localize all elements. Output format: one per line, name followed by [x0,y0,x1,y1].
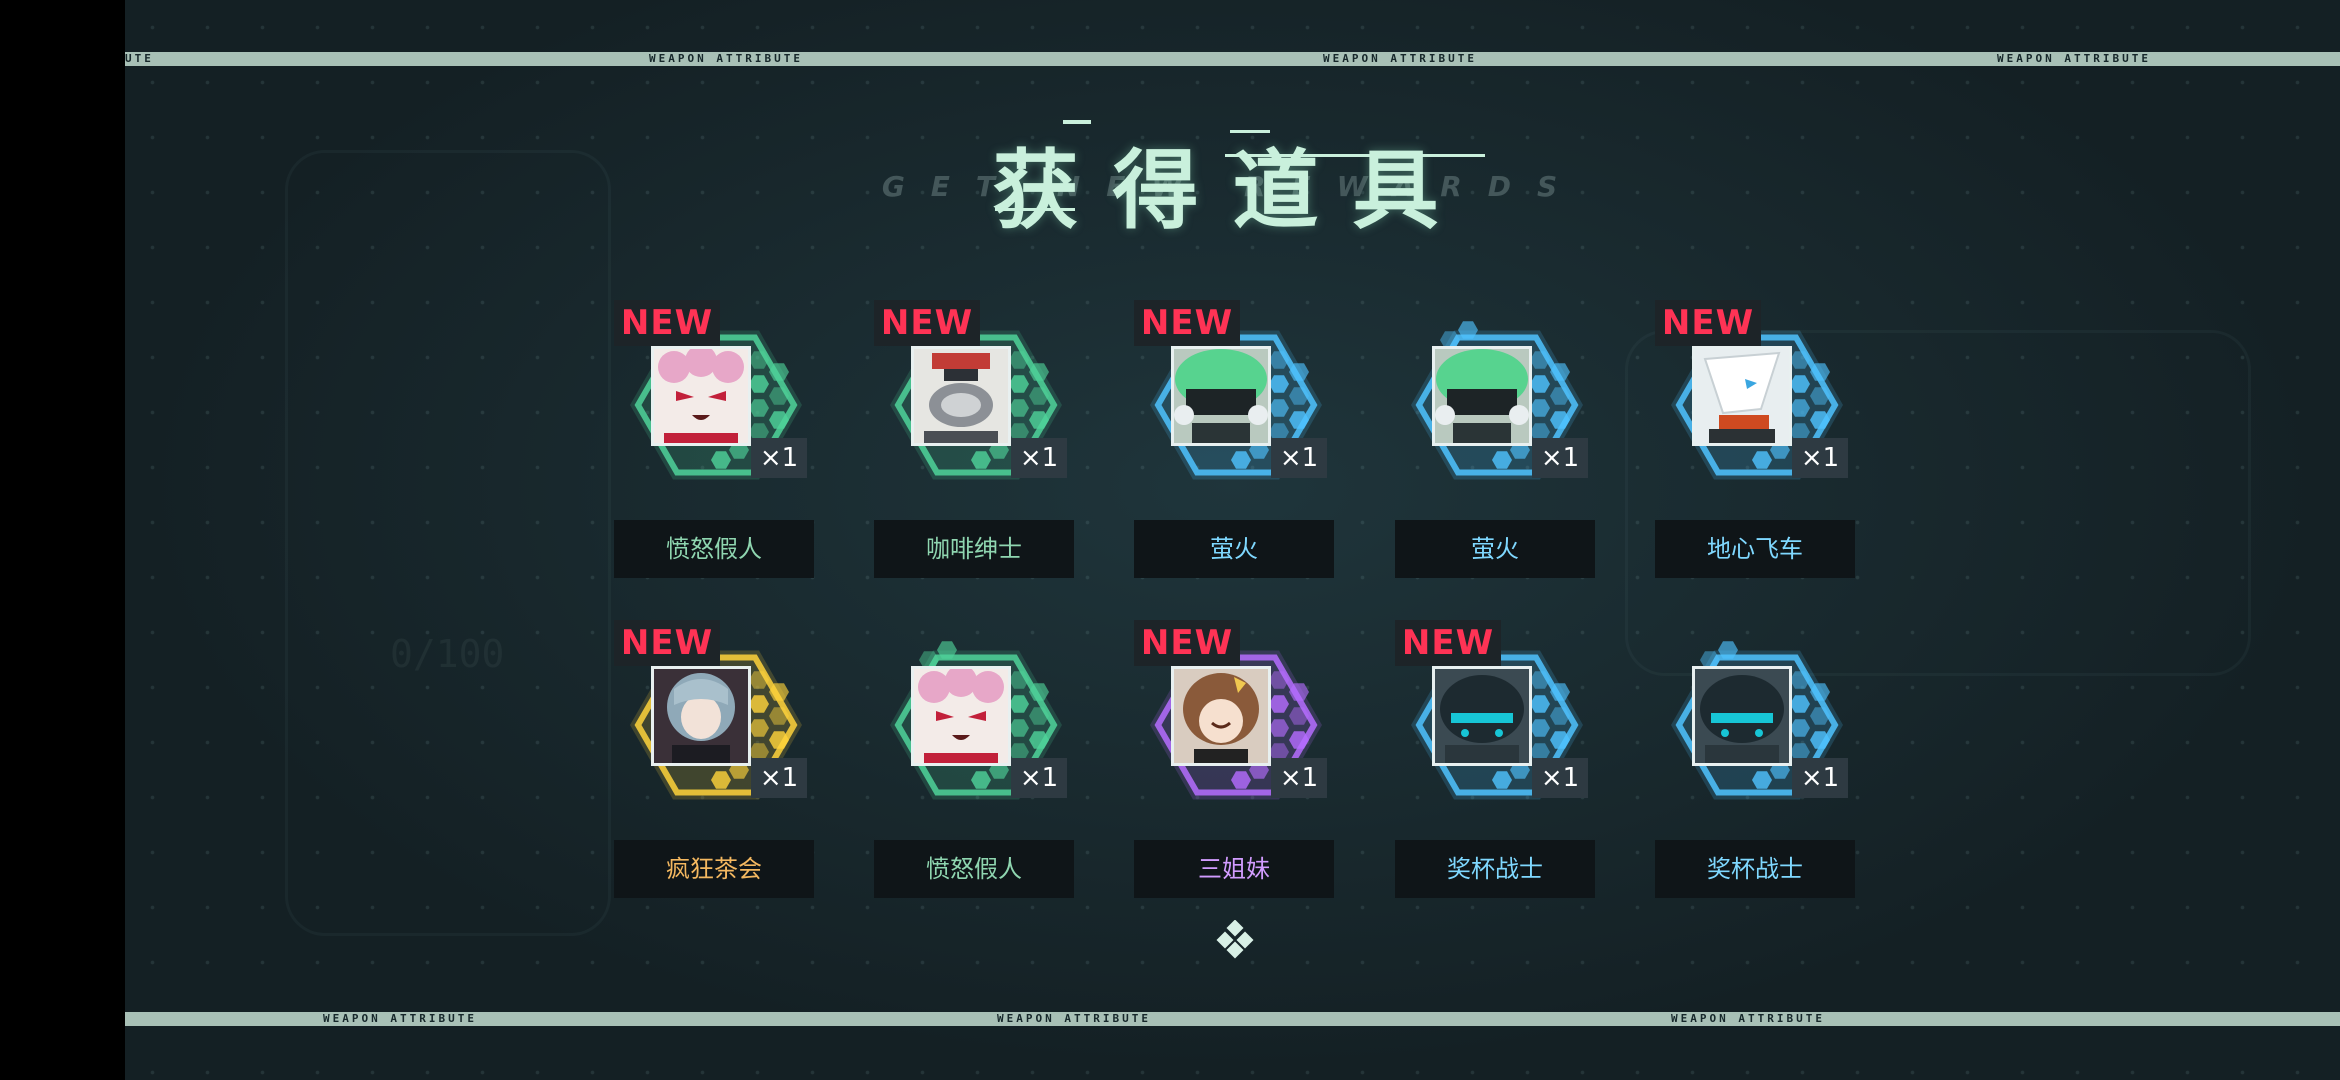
reward-card[interactable]: NEW ×1 疯狂茶会 [614,620,814,910]
item-portrait [911,346,1011,446]
robot-portrait-icon [914,349,1008,443]
title-glitch [1225,154,1485,157]
dark-helmet-portrait-icon [1435,669,1529,763]
new-badge: NEW [614,300,720,346]
background-bottle-silhouette [285,150,611,936]
pager-indicator[interactable] [1215,919,1255,960]
background-counter-text: 0/100 [390,632,505,676]
page-title: 获得道具 [992,141,1473,241]
top-strip: UTE WEAPON ATTRIBUTE WEAPON ATTRIBUTE WE… [125,52,2340,66]
quantity-badge: ×1 [751,438,807,478]
title-glitch [995,208,1075,211]
quantity-badge: ×1 [1792,438,1848,478]
quantity-badge: ×1 [1011,758,1067,798]
quantity-badge: ×1 [1271,438,1327,478]
reward-card[interactable]: NEW ×1 萤火 [1134,300,1334,590]
top-strip-label: WEAPON ATTRIBUTE [1323,52,1477,65]
top-strip-label: WEAPON ATTRIBUTE [1997,52,2151,65]
title-glitch [1063,120,1091,124]
reward-card[interactable]: NEW ×1 三姐妹 [1134,620,1334,910]
firefly-portrait-icon [1435,349,1529,443]
quantity-badge: ×1 [751,758,807,798]
bottom-strip-label: WEAPON ATTRIBUTE [323,1012,477,1025]
item-portrait [1432,666,1532,766]
top-strip-label: WEAPON ATTRIBUTE [649,52,803,65]
item-portrait [651,346,751,446]
bottom-strip-label: WEAPON ATTRIBUTE [997,1012,1151,1025]
quantity-badge: ×1 [1011,438,1067,478]
reward-card[interactable]: NEW ×1 愤怒假人 [614,300,814,590]
white-bird-portrait-icon [1695,349,1789,443]
quantity-badge: ×1 [1532,758,1588,798]
quantity-badge: ×1 [1271,758,1327,798]
item-name: 奖杯战士 [1395,840,1595,898]
reward-card[interactable]: ×1 奖杯战士 [1655,620,1855,910]
item-name: 奖杯战士 [1655,840,1855,898]
brown-girl-portrait-icon [1174,669,1268,763]
quantity-badge: ×1 [1532,438,1588,478]
reward-card[interactable]: ×1 萤火 [1395,300,1595,590]
reward-screen[interactable]: 0/100 UTE WEAPON ATTRIBUTE WEAPON ATTRIB… [125,0,2340,1080]
item-name: 三姐妹 [1134,840,1334,898]
new-badge: NEW [1655,300,1761,346]
pink-doll-portrait-icon [914,669,1008,763]
item-name: 咖啡绅士 [874,520,1074,578]
item-portrait [1692,346,1792,446]
quantity-badge: ×1 [1792,758,1848,798]
new-badge: NEW [1134,620,1240,666]
new-badge: NEW [1395,620,1501,666]
item-name: 愤怒假人 [874,840,1074,898]
item-portrait [911,666,1011,766]
item-name: 愤怒假人 [614,520,814,578]
new-badge: NEW [1134,300,1240,346]
title-block: GET NEW REWARDS 获得道具 [125,120,2340,241]
item-name: 地心飞车 [1655,520,1855,578]
title-glitch [1230,130,1270,133]
new-badge: NEW [614,620,720,666]
new-badge: NEW [874,300,980,346]
reward-card[interactable]: ×1 愤怒假人 [874,620,1074,910]
pink-doll-portrait-icon [654,349,748,443]
dark-helmet-portrait-icon [1695,669,1789,763]
item-portrait [1171,666,1271,766]
diamond-cluster-icon [1216,919,1254,959]
reward-card[interactable]: NEW ×1 咖啡绅士 [874,300,1074,590]
item-portrait [1171,346,1271,446]
top-strip-label: UTE [125,52,154,65]
item-portrait [651,666,751,766]
item-portrait [1692,666,1792,766]
item-portrait [1432,346,1532,446]
reward-card[interactable]: NEW ×1 地心飞车 [1655,300,1855,590]
firefly-portrait-icon [1174,349,1268,443]
item-name: 萤火 [1134,520,1334,578]
silver-girl-portrait-icon [654,669,748,763]
bottom-strip-label: WEAPON ATTRIBUTE [1671,1012,1825,1025]
bottom-strip: WEAPON ATTRIBUTE WEAPON ATTRIBUTE WEAPON… [125,1012,2340,1026]
item-name: 萤火 [1395,520,1595,578]
item-name: 疯狂茶会 [614,840,814,898]
reward-card[interactable]: NEW ×1 奖杯战士 [1395,620,1595,910]
